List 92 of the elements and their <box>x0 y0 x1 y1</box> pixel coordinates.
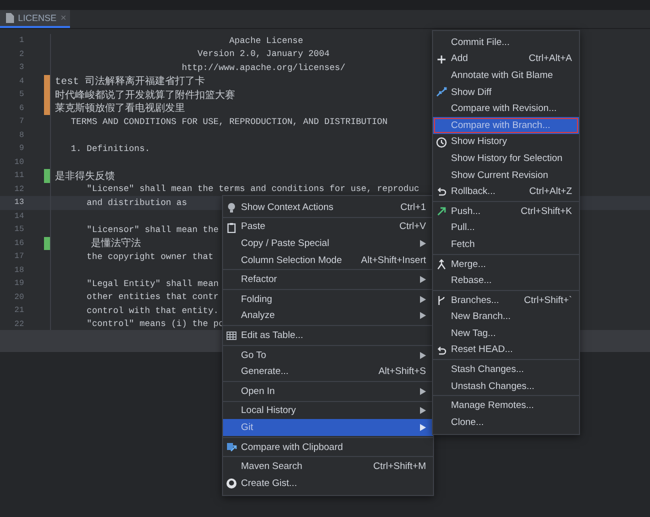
code-line: other entities that contr <box>86 292 219 302</box>
compare-icon <box>226 442 237 453</box>
line-number: 8 <box>18 130 24 140</box>
line-number: 19 <box>13 279 24 288</box>
merge-icon <box>436 258 447 270</box>
line-number: 10 <box>13 158 24 167</box>
menu-item[interactable]: Local History <box>223 402 433 420</box>
menu-item[interactable]: Commit File... <box>433 34 579 51</box>
clipboard-icon <box>226 222 237 233</box>
menu-item[interactable]: Generate... Alt+Shift+S <box>223 363 433 380</box>
line-number: 21 <box>13 306 24 316</box>
line-number: 7 <box>18 117 24 126</box>
menu-item[interactable]: Rollback... Ctrl+Alt+Z <box>433 183 579 200</box>
code-line: control with that entity. <box>86 306 219 316</box>
branch-icon <box>436 294 447 306</box>
menu-item[interactable]: Maven Search Ctrl+Shift+M <box>223 458 433 475</box>
undo-arrow-icon <box>436 186 447 198</box>
code-line: 莱克斯顿放假了看电视剧发里 <box>55 102 185 116</box>
menu-item[interactable]: Show History <box>433 134 579 150</box>
menu-item[interactable]: Refactor <box>223 271 433 288</box>
line-number: 22 <box>13 320 24 329</box>
code-line: 1. Definitions. <box>70 144 150 154</box>
code-line: 时代峰峻都说了开发就算了附件扣篮大赛 <box>55 88 235 102</box>
line-number: 14 <box>13 212 24 221</box>
code-line: the copyright owner that <box>86 252 214 262</box>
menu-item[interactable]: Column Selection Mode Alt+Shift+Insert <box>223 252 433 268</box>
diff-arrows-icon <box>436 86 447 98</box>
code-line: TERMS AND CONDITIONS FOR USE, REPRODUCTION, AND DISTRIBUTION <box>70 116 388 127</box>
menu-item[interactable]: Show Diff <box>433 84 579 100</box>
menu-item[interactable]: Show History for Selection <box>433 150 579 167</box>
line-number: 3 <box>18 63 24 72</box>
menu-item[interactable]: Compare with Branch... <box>433 116 579 134</box>
undo-arrow-icon <box>436 344 447 356</box>
clock-icon <box>436 136 447 148</box>
menu-item[interactable]: Pull... <box>433 220 579 236</box>
code-line: 是懂法守法 <box>90 236 142 250</box>
line-number: 9 <box>18 144 24 154</box>
menu-item[interactable]: Reset HEAD... <box>433 342 579 358</box>
menu-item[interactable]: Show Context Actions Ctrl+1 <box>223 199 433 216</box>
code-line: Apache License <box>228 36 304 46</box>
menu-item[interactable]: Show Current Revision <box>433 166 579 184</box>
menu-item[interactable]: Compare with Clipboard <box>223 438 433 456</box>
line-number: 17 <box>13 252 24 262</box>
menu-item[interactable]: Git <box>223 419 433 436</box>
menu-item[interactable]: Add Ctrl+Alt+A <box>433 50 579 68</box>
menu-item[interactable]: Folding <box>223 290 433 308</box>
menu-item[interactable]: New Tag... <box>433 325 579 342</box>
line-number: 5 <box>18 90 24 100</box>
line-number: 12 <box>13 184 24 194</box>
line-number: 20 <box>13 292 24 302</box>
menu-item[interactable]: Clone... <box>433 414 579 431</box>
line-number: 4 <box>18 76 24 86</box>
menu-item[interactable]: Branches... Ctrl+Shift+` <box>433 292 579 308</box>
code-line: "Licensor" shall mean the <box>86 224 219 235</box>
arrow-up-right-icon <box>436 206 447 217</box>
line-number: 1 <box>18 36 24 46</box>
code-line: test 司法解释离开福建省打了卡 <box>55 74 206 88</box>
menu-item[interactable]: Unstash Changes... <box>433 378 579 394</box>
line-number: 13 <box>13 198 24 208</box>
file-tab[interactable]: LICENSE × <box>0 10 70 28</box>
lightbulb-icon <box>226 202 237 213</box>
line-number: 2 <box>18 50 24 59</box>
menu-item[interactable]: Push... Ctrl+Shift+K <box>433 202 579 220</box>
menu-item[interactable]: Rebase... <box>433 272 579 289</box>
menu-item[interactable]: Copy / Paste Special <box>223 235 433 252</box>
code-line: http://www.apache.org/licenses/ <box>180 62 346 73</box>
menu-item[interactable]: Analyze <box>223 308 433 324</box>
menu-item[interactable]: Stash Changes... <box>433 361 579 378</box>
plus-icon <box>436 54 447 65</box>
menu-item[interactable]: Create Gist... <box>223 474 433 492</box>
menu-item[interactable]: Fetch <box>433 236 579 253</box>
code-line: and distribution as <box>86 198 187 208</box>
code-line: "License" shall mean the terms and conditions for use, reproduc <box>86 184 420 194</box>
line-number: 16 <box>13 238 24 248</box>
menu-item[interactable]: Open In <box>223 382 433 400</box>
menu-item[interactable]: Edit as Table... <box>223 327 433 344</box>
line-number: 18 <box>13 266 24 275</box>
menu-item[interactable]: Compare with Revision... <box>433 100 579 117</box>
line-number: 6 <box>18 104 24 113</box>
line-number: 11 <box>13 171 24 180</box>
code-line: "Legal Entity" shall mean <box>86 278 219 289</box>
code-line: Version 2.0, January 2004 <box>196 49 330 60</box>
file-icon <box>6 13 14 23</box>
code-line: 是非得失反馈 <box>55 170 115 183</box>
menu-item[interactable]: Go To <box>223 346 433 364</box>
menu-item[interactable]: Manage Remotes... <box>433 397 579 414</box>
menu-item[interactable]: Merge... <box>433 256 579 272</box>
menu-item[interactable]: Paste Ctrl+V <box>223 218 433 236</box>
menu-item[interactable]: New Branch... <box>433 308 579 326</box>
line-number: 15 <box>13 225 24 234</box>
table-icon <box>226 330 237 342</box>
menu-item[interactable]: Annotate with Git Blame <box>433 67 579 84</box>
